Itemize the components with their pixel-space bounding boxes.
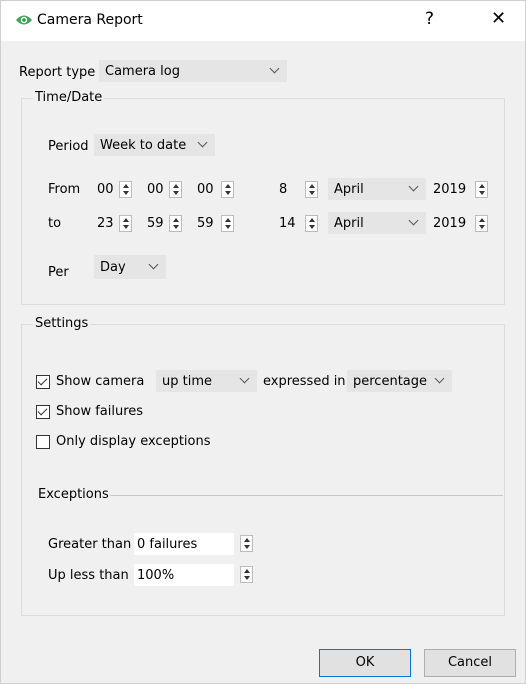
- period-value: Week to date: [100, 138, 187, 153]
- report-type-select[interactable]: Camera log: [99, 60, 287, 82]
- report-type-value: Camera log: [105, 64, 180, 79]
- from-day-value: 8: [279, 182, 288, 197]
- to-day-spinner[interactable]: [305, 215, 318, 232]
- arrow-down-icon: [123, 191, 129, 195]
- period-select[interactable]: Week to date: [94, 134, 215, 156]
- from-label: From: [48, 182, 81, 197]
- unit-select[interactable]: percentage: [347, 370, 452, 392]
- chevron-down-icon: [408, 215, 419, 226]
- metric-value: up time: [162, 374, 212, 389]
- from-year-value: 2019: [433, 182, 467, 197]
- to-month-select[interactable]: April: [328, 212, 426, 234]
- to-label: to: [48, 216, 62, 231]
- arrow-down-icon: [244, 545, 250, 549]
- up-less-than-field[interactable]: 100%: [134, 564, 234, 586]
- arrow-down-icon: [225, 191, 231, 195]
- time-date-group-label: Time/Date: [33, 90, 105, 105]
- arrow-up-icon: [244, 538, 250, 542]
- chevron-down-icon: [239, 373, 250, 384]
- greater-than-field[interactable]: 0 failures: [134, 533, 234, 555]
- from-time: 00 00 00: [97, 181, 247, 200]
- to-minute-value: 59: [147, 216, 164, 231]
- metric-select[interactable]: up time: [156, 370, 257, 392]
- expressed-in-label: expressed in: [263, 374, 346, 389]
- from-day-spinner[interactable]: [305, 181, 318, 198]
- arrow-up-icon: [123, 218, 129, 222]
- from-month-select[interactable]: April: [328, 178, 426, 200]
- period-label: Period: [48, 139, 89, 154]
- arrow-up-icon: [244, 569, 250, 573]
- arrow-up-icon: [173, 218, 179, 222]
- unit-value: percentage: [353, 374, 428, 389]
- greater-than-label: Greater than: [48, 537, 132, 552]
- to-time: 23 59 59: [97, 215, 247, 234]
- show-failures-label: Show failures: [56, 404, 144, 419]
- exceptions-label: Exceptions: [38, 487, 109, 502]
- arrow-down-icon: [244, 576, 250, 580]
- per-select[interactable]: Day: [94, 255, 166, 279]
- arrow-down-icon: [479, 225, 485, 229]
- close-button[interactable]: ✕: [491, 8, 506, 29]
- chevron-down-icon: [269, 63, 280, 74]
- from-minute-value: 00: [147, 182, 164, 197]
- from-hour-spinner[interactable]: [119, 181, 132, 198]
- from-minute-spinner[interactable]: [169, 181, 182, 198]
- to-hour-value: 23: [97, 216, 114, 231]
- arrow-down-icon: [309, 191, 315, 195]
- only-exceptions-checkbox[interactable]: [36, 435, 50, 449]
- settings-group-label: Settings: [33, 316, 91, 331]
- camera-report-dialog: Camera Report ? ✕ Report type Camera log…: [0, 0, 526, 684]
- arrow-up-icon: [309, 218, 315, 222]
- arrow-down-icon: [479, 191, 485, 195]
- up-less-than-value: 100%: [137, 568, 175, 583]
- from-hour-value: 00: [97, 182, 114, 197]
- arrow-up-icon: [309, 184, 315, 188]
- chevron-down-icon: [434, 373, 445, 384]
- report-type-label: Report type: [19, 65, 96, 80]
- show-camera-label: Show camera: [56, 374, 145, 389]
- to-year-value: 2019: [433, 216, 467, 231]
- exceptions-divider: [110, 495, 503, 496]
- eye-icon: [16, 15, 32, 25]
- cancel-button[interactable]: Cancel: [424, 649, 516, 677]
- chevron-down-icon: [408, 181, 419, 192]
- arrow-down-icon: [225, 225, 231, 229]
- chevron-down-icon: [148, 259, 159, 270]
- title-bar: Camera Report ? ✕: [1, 1, 525, 41]
- arrow-down-icon: [123, 225, 129, 229]
- arrow-up-icon: [479, 218, 485, 222]
- to-minute-spinner[interactable]: [169, 215, 182, 232]
- to-second-value: 59: [197, 216, 214, 231]
- help-button[interactable]: ?: [425, 9, 434, 29]
- show-failures-checkbox[interactable]: [36, 405, 50, 419]
- chevron-down-icon: [197, 137, 208, 148]
- window-title: Camera Report: [37, 12, 143, 28]
- greater-than-spinner[interactable]: [240, 535, 253, 552]
- up-less-than-label: Up less than: [48, 568, 129, 583]
- arrow-down-icon: [173, 191, 179, 195]
- from-month-value: April: [334, 182, 364, 197]
- to-day-value: 14: [279, 216, 296, 231]
- to-month-value: April: [334, 216, 364, 231]
- arrow-down-icon: [173, 225, 179, 229]
- to-second-spinner[interactable]: [221, 215, 234, 232]
- arrow-up-icon: [173, 184, 179, 188]
- show-camera-checkbox[interactable]: [36, 375, 50, 389]
- ok-button[interactable]: OK: [319, 649, 411, 677]
- only-exceptions-label: Only display exceptions: [56, 434, 211, 449]
- per-label: Per: [48, 265, 69, 280]
- arrow-down-icon: [309, 225, 315, 229]
- from-second-spinner[interactable]: [221, 181, 234, 198]
- to-year-spinner[interactable]: [475, 215, 488, 232]
- from-year-spinner[interactable]: [475, 181, 488, 198]
- arrow-up-icon: [225, 218, 231, 222]
- up-less-than-spinner[interactable]: [240, 566, 253, 583]
- per-value: Day: [100, 260, 126, 275]
- arrow-up-icon: [225, 184, 231, 188]
- to-hour-spinner[interactable]: [119, 215, 132, 232]
- greater-than-value: 0 failures: [137, 537, 198, 552]
- from-second-value: 00: [197, 182, 214, 197]
- arrow-up-icon: [479, 184, 485, 188]
- arrow-up-icon: [123, 184, 129, 188]
